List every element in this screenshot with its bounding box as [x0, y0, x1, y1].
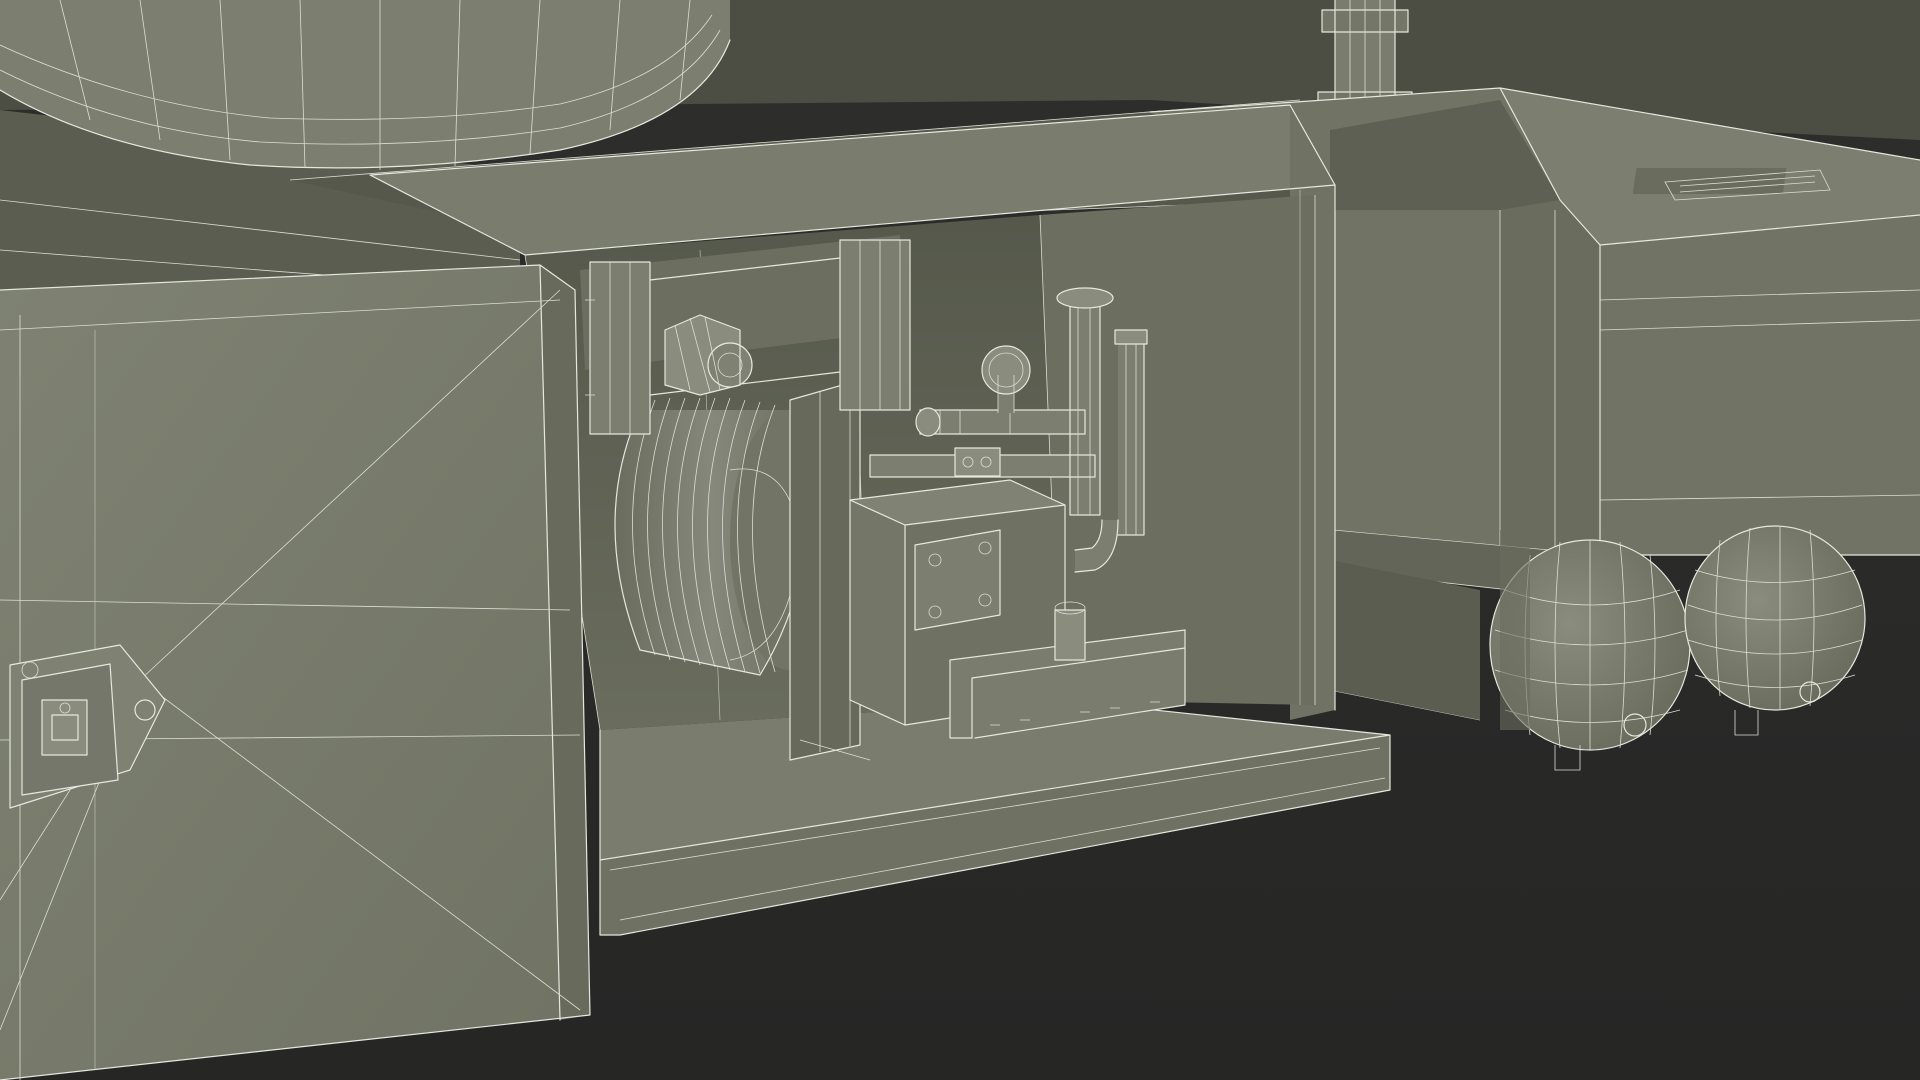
- render-viewport: [0, 0, 1920, 1080]
- wireframe-render: [0, 0, 1920, 1080]
